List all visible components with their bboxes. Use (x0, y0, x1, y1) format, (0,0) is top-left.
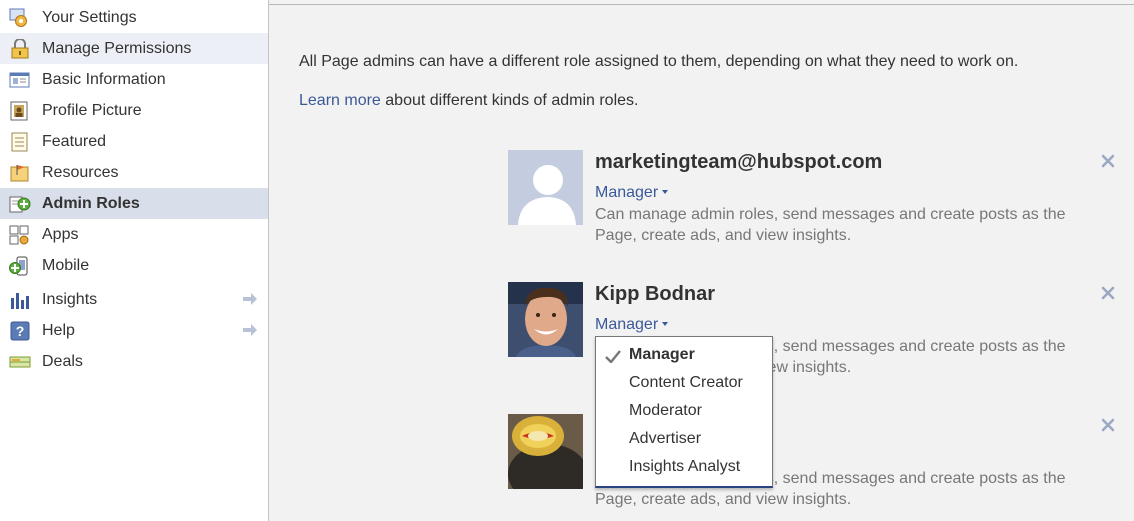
sidebar-item-insights[interactable]: Insights (0, 284, 268, 315)
checkmark-icon (605, 350, 621, 363)
remove-admin-icon[interactable] (1100, 285, 1116, 301)
apps-icon (9, 225, 29, 245)
avatar (508, 150, 583, 225)
admin-name: Kipp Bodnar (595, 283, 715, 305)
role-option-advertiser[interactable]: Advertiser (596, 426, 772, 454)
role-option-content-creator[interactable]: Content Creator (596, 370, 772, 398)
caret-down-icon (662, 190, 669, 194)
sidebar-item-label: Help (42, 322, 75, 339)
remove-admin-icon[interactable] (1100, 417, 1116, 433)
role-description: Can manage admin roles, send messages an… (595, 206, 1066, 244)
sidebar-item-resources[interactable]: Resources (0, 157, 268, 188)
id-card-icon (9, 72, 30, 88)
intro-text: All Page admins can have a different rol… (299, 53, 1019, 70)
svg-text:?: ? (16, 323, 25, 339)
role-option-manager[interactable]: Manager (596, 342, 772, 370)
sidebar-item-basic-information[interactable]: Basic Information (0, 64, 268, 95)
role-dropdown-menu: Manager Content Creator Moderator Advert… (595, 336, 773, 488)
learn-more-suffix: about different kinds of admin roles. (380, 92, 639, 109)
mobile-icon (9, 256, 28, 276)
insights-chart-icon (11, 293, 29, 309)
sidebar-item-deals[interactable]: Deals (0, 346, 268, 377)
sidebar-item-label: Insights (42, 291, 98, 308)
sidebar-item-label: Your Settings (42, 9, 137, 26)
avatar (508, 414, 583, 489)
sidebar-item-featured[interactable]: Featured (0, 126, 268, 157)
lock-icon (11, 39, 29, 59)
role-dropdown-toggle[interactable]: Manager (595, 184, 669, 202)
role-option-label: Moderator (629, 402, 702, 419)
role-option-label: Content Creator (629, 374, 743, 391)
remove-admin-icon[interactable] (1100, 153, 1116, 169)
sidebar-item-label: Resources (42, 164, 119, 181)
sidebar-item-label: Basic Information (42, 71, 166, 88)
default-avatar-icon (508, 150, 583, 225)
avatar (508, 282, 583, 357)
sidebar-item-your-settings[interactable]: Your Settings (0, 2, 268, 33)
sidebar-item-label: Manage Permissions (42, 40, 192, 57)
learn-more-line: Learn more about different kinds of admi… (299, 92, 638, 110)
profile-photo (508, 414, 583, 489)
role-option-label: Advertiser (629, 430, 702, 447)
arrow-right-icon (243, 324, 257, 336)
role-option-moderator[interactable]: Moderator (596, 398, 772, 426)
role-dropdown-toggle[interactable]: Manager (595, 316, 669, 334)
top-divider (269, 4, 1134, 5)
sidebar-item-help[interactable]: ? Help (0, 315, 268, 346)
sidebar-item-apps[interactable]: Apps (0, 219, 268, 250)
arrow-right-icon (243, 293, 257, 305)
sidebar-item-manage-permissions[interactable]: Manage Permissions (0, 33, 268, 64)
sidebar-item-label: Admin Roles (42, 195, 140, 212)
sidebar-item-label: Deals (42, 353, 83, 370)
sidebar-item-label: Mobile (42, 257, 90, 274)
role-option-label: Insights Analyst (629, 458, 741, 475)
sidebar-item-admin-roles[interactable]: Admin Roles (0, 188, 268, 219)
profile-picture-icon (10, 101, 28, 121)
featured-list-icon (11, 132, 28, 152)
sidebar-item-profile-picture[interactable]: Profile Picture (0, 95, 268, 126)
sidebar-item-label: Apps (42, 226, 79, 243)
sidebar-item-label: Featured (42, 133, 107, 150)
sidebar-item-mobile[interactable]: Mobile (0, 250, 268, 281)
profile-photo (508, 282, 583, 357)
resources-flag-icon (10, 165, 29, 182)
help-question-icon: ? (10, 321, 30, 341)
settings-sidebar: Your Settings Manage Permissions Basic I… (0, 0, 269, 521)
role-option-label: Manager (629, 346, 695, 363)
caret-down-icon (662, 322, 669, 326)
role-label: Manager (595, 316, 659, 333)
role-label: Manager (595, 184, 659, 201)
deals-ticket-icon (9, 356, 31, 368)
role-option-insights-analyst[interactable]: Insights Analyst (596, 454, 772, 482)
settings-gear-icon (9, 8, 27, 27)
admin-roles-icon (9, 196, 31, 213)
admin-name: marketingteam@hubspot.com (595, 151, 883, 173)
sidebar-item-label: Profile Picture (42, 102, 142, 119)
learn-more-link[interactable]: Learn more (299, 92, 381, 109)
